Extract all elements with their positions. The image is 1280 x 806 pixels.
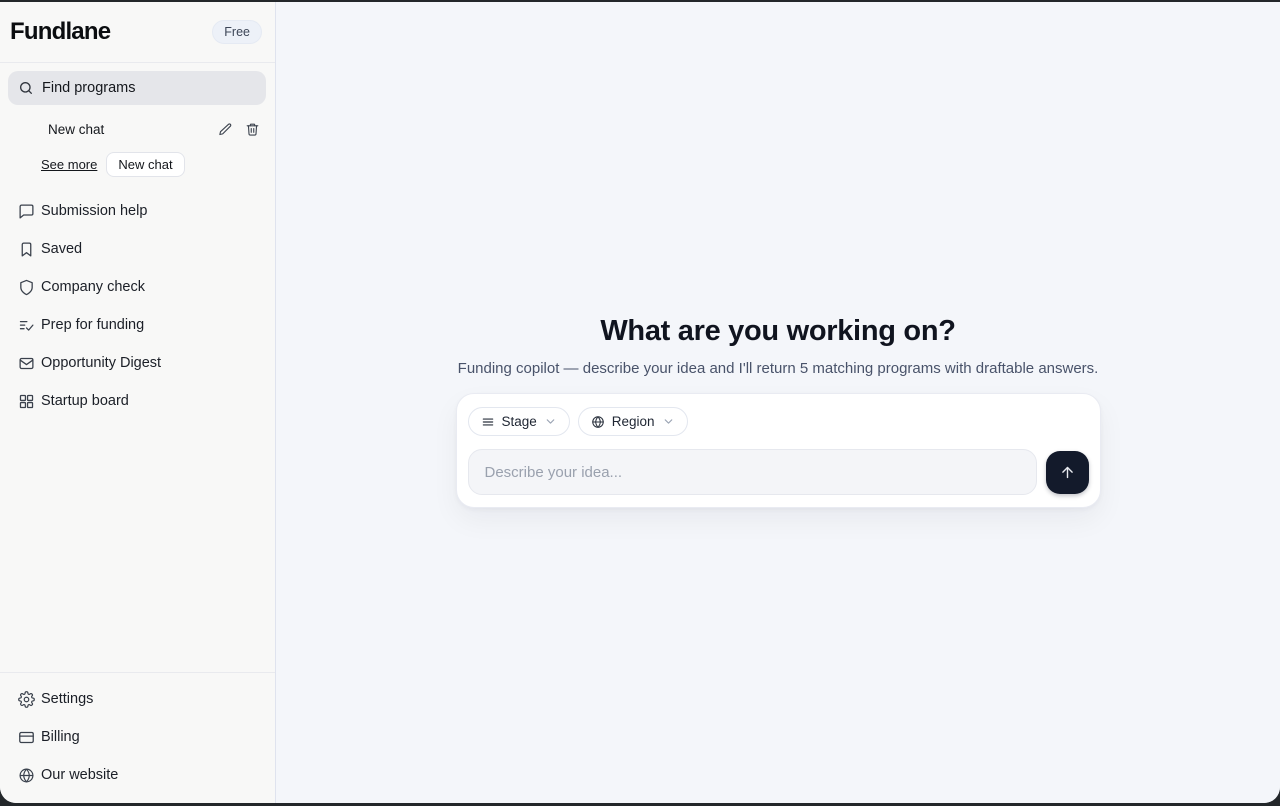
sidebar-item-submission-help[interactable]: Submission help — [0, 192, 275, 230]
see-more-link[interactable]: See more — [41, 157, 97, 172]
edit-chat-icon[interactable] — [214, 118, 236, 140]
composer-card: Stage Region — [456, 393, 1101, 508]
chevron-down-icon — [544, 415, 557, 428]
chat-actions: See more New chat — [0, 152, 275, 177]
sidebar-item-label: Prep for funding — [41, 317, 144, 333]
new-chat-button[interactable]: New chat — [106, 152, 184, 177]
stage-filter-dropdown[interactable]: Stage — [468, 407, 570, 436]
submit-button[interactable] — [1046, 451, 1089, 494]
sidebar-item-billing[interactable]: Billing — [0, 718, 275, 756]
plan-badge: Free — [212, 20, 262, 44]
page-title: What are you working on? — [600, 312, 955, 350]
chat-history-item[interactable]: New chat — [8, 115, 263, 143]
sidebar-item-startup-board[interactable]: Startup board — [0, 382, 275, 420]
list-check-icon — [18, 317, 35, 334]
chat-title: New chat — [48, 122, 214, 137]
grid-icon — [18, 393, 35, 410]
sidebar-item-settings[interactable]: Settings — [0, 680, 275, 718]
sidebar-item-label: Our website — [41, 767, 118, 783]
sidebar-item-opportunity-digest[interactable]: Opportunity Digest — [0, 344, 275, 382]
sidebar-item-label: Company check — [41, 279, 145, 295]
search-icon — [18, 80, 34, 96]
sidebar-nav: Submission help Saved Company check Prep… — [0, 192, 275, 420]
delete-chat-icon[interactable] — [241, 118, 263, 140]
sidebar-item-label: Settings — [41, 691, 93, 707]
sidebar-footer: Settings Billing Our website — [0, 672, 275, 803]
sidebar-item-label: Billing — [41, 729, 80, 745]
chevron-down-icon — [662, 415, 675, 428]
composer-input-row — [468, 449, 1089, 495]
arrow-up-icon — [1059, 464, 1076, 481]
idea-input[interactable] — [468, 449, 1037, 495]
filter-lines-icon — [481, 415, 495, 429]
sidebar-item-company-check[interactable]: Company check — [0, 268, 275, 306]
sidebar-spacer — [0, 420, 275, 672]
page-subtitle: Funding copilot — describe your idea and… — [458, 358, 1099, 380]
filter-pills: Stage Region — [468, 407, 1089, 436]
sidebar-item-label: Submission help — [41, 203, 147, 219]
sidebar-header: Fundlane Free — [0, 2, 275, 63]
sidebar-item-label: Saved — [41, 241, 82, 257]
shield-icon — [18, 279, 35, 296]
envelope-icon — [18, 355, 35, 372]
gear-icon — [18, 691, 35, 708]
find-programs-search[interactable]: Find programs — [8, 71, 266, 105]
search-label: Find programs — [42, 80, 135, 96]
chat-bubble-icon — [18, 203, 35, 220]
globe-icon — [591, 415, 605, 429]
globe-icon — [18, 767, 35, 784]
sidebar-item-label: Startup board — [41, 393, 129, 409]
sidebar-item-label: Opportunity Digest — [41, 355, 161, 371]
sidebar: Fundlane Free Find programs New chat See… — [0, 2, 276, 803]
main-content: What are you working on? Funding copilot… — [276, 2, 1280, 803]
credit-card-icon — [18, 729, 35, 746]
stage-filter-label: Stage — [502, 414, 537, 429]
sidebar-item-saved[interactable]: Saved — [0, 230, 275, 268]
region-filter-dropdown[interactable]: Region — [578, 407, 688, 436]
app-window: Fundlane Free Find programs New chat See… — [0, 2, 1280, 803]
region-filter-label: Region — [612, 414, 655, 429]
sidebar-item-our-website[interactable]: Our website — [0, 756, 275, 794]
sidebar-item-prep-for-funding[interactable]: Prep for funding — [0, 306, 275, 344]
app-logo: Fundlane — [10, 18, 110, 46]
bookmark-icon — [18, 241, 35, 258]
